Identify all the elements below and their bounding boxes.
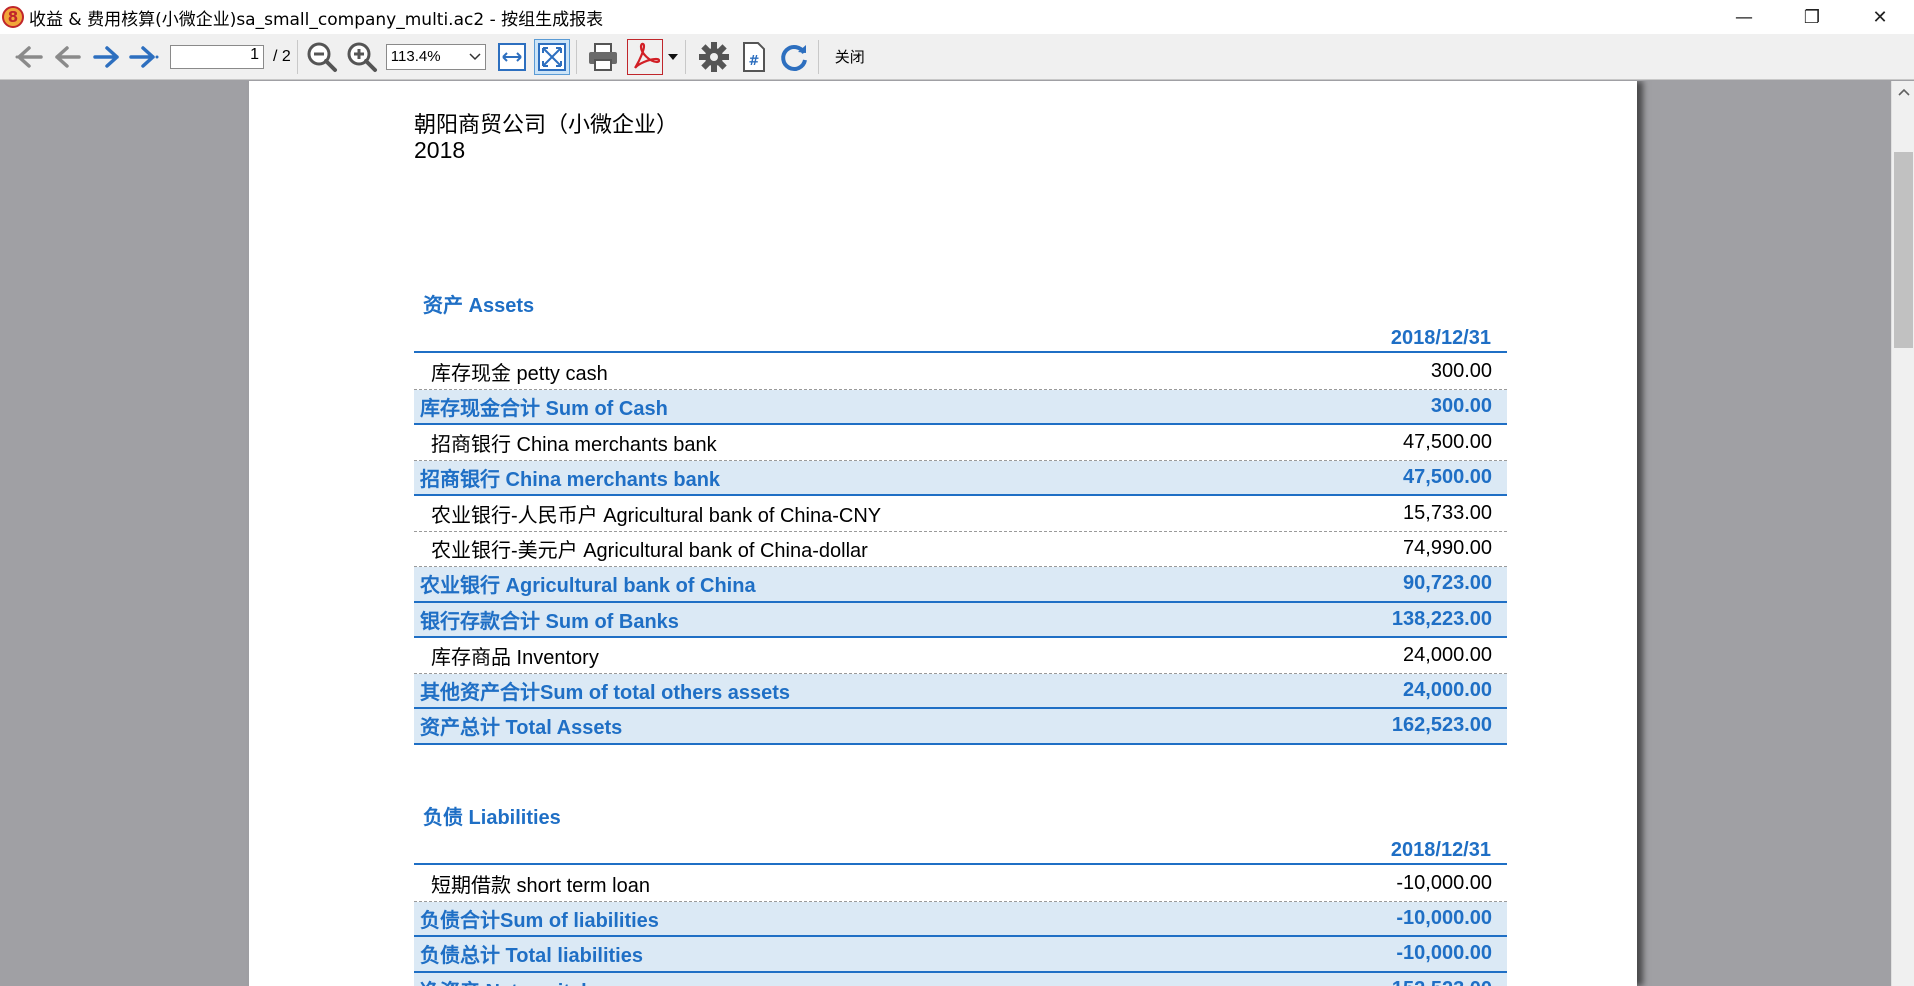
vertical-scrollbar[interactable] xyxy=(1891,81,1914,986)
row-label: 银行存款合计 Sum of Banks xyxy=(420,610,679,633)
zoom-in-icon[interactable] xyxy=(344,39,380,75)
print-icon[interactable] xyxy=(585,39,621,75)
assets-section-title: 资产 Assets xyxy=(423,295,535,317)
total-row: 银行存款合计 Sum of Banks 138,223.00 xyxy=(414,602,1507,638)
next-page-icon[interactable] xyxy=(88,39,124,75)
zoom-value: 113.4% xyxy=(390,48,441,65)
row-amount: 300.00 xyxy=(1430,359,1492,382)
page-number-input[interactable]: 1 xyxy=(170,44,264,69)
table-row: 库存现金 petty cash 300.00 xyxy=(414,354,1507,390)
company-name: 朝阳商贸公司（小微企业） xyxy=(414,113,679,138)
toolbar-separator xyxy=(296,39,298,74)
row-amount: -10,000.00 xyxy=(1396,906,1492,929)
window-controls: — ❐ ✕ xyxy=(1710,0,1914,34)
close-window-button[interactable]: ✕ xyxy=(1846,0,1914,34)
app-logo-icon: 8 xyxy=(2,6,24,28)
total-row: 负债合计Sum of liabilities -10,000.00 xyxy=(414,901,1507,937)
row-amount: 24,000.00 xyxy=(1403,678,1492,701)
table-row: 短期借款 short term loan -10,000.00 xyxy=(414,866,1507,902)
scroll-up-icon[interactable] xyxy=(1892,81,1914,103)
maximize-button[interactable]: ❐ xyxy=(1778,0,1846,34)
svg-text:#: # xyxy=(748,54,759,69)
report-page: 朝阳商贸公司（小微企业） 2018 资产 Assets 2018/12/31 库… xyxy=(249,81,1637,986)
report-viewer: 朝阳商贸公司（小微企业） 2018 资产 Assets 2018/12/31 库… xyxy=(0,81,1891,986)
last-page-icon[interactable] xyxy=(126,39,162,75)
report-year: 2018 xyxy=(414,137,466,163)
liabilities-table: 短期借款 short term loan -10,000.00 负债合计Sum of… xyxy=(414,866,1507,986)
previous-page-icon[interactable] xyxy=(50,39,86,75)
total-row: 净资产 Net capital 152,523.00 xyxy=(414,972,1507,986)
row-amount: -10,000.00 xyxy=(1396,942,1492,965)
page-number-icon[interactable]: # xyxy=(736,39,772,75)
row-label: 库存现金 petty cash xyxy=(431,362,608,385)
assets-date-header: 2018/12/31 xyxy=(414,327,1507,353)
zoom-out-icon[interactable] xyxy=(304,39,340,75)
row-amount: 162,523.00 xyxy=(1391,714,1492,737)
row-label: 库存现金合计 Sum of Cash xyxy=(420,397,668,420)
total-row: 农业银行 Agricultural bank of China 90,723.00 xyxy=(414,567,1507,603)
zoom-select[interactable]: 113.4% xyxy=(385,43,486,70)
row-amount: 47,500.00 xyxy=(1403,430,1492,453)
total-row: 其他资产合计Sum of total others assets 24,000.0… xyxy=(414,673,1507,709)
pdf-icon[interactable] xyxy=(626,38,663,75)
fit-page-icon[interactable] xyxy=(533,38,570,75)
row-amount: 152,523.00 xyxy=(1392,978,1492,986)
first-page-icon[interactable] xyxy=(12,39,48,75)
minimize-button[interactable]: — xyxy=(1710,0,1778,34)
row-label: 资产总计 Total Assets xyxy=(420,717,623,740)
row-amount: 300.00 xyxy=(1430,394,1492,417)
liabilities-date-header: 2018/12/31 xyxy=(414,839,1507,865)
toolbar-separator xyxy=(817,39,819,74)
total-row: 招商银行 China merchants bank 47,500.00 xyxy=(414,460,1507,496)
pdf-options-chevron-icon[interactable] xyxy=(667,53,679,61)
chevron-down-icon xyxy=(469,52,481,60)
total-row: 库存现金合计 Sum of Cash 300.00 xyxy=(414,389,1507,425)
row-amount: 74,990.00 xyxy=(1403,537,1492,560)
page-total: / 2 xyxy=(273,47,291,65)
row-label: 农业银行-美元户 Agricultural bank of China-doll… xyxy=(431,540,868,563)
liabilities-section-title: 负债 Liabilities xyxy=(423,807,561,829)
total-row: 负债总计 Total liabilities -10,000.00 xyxy=(414,937,1507,973)
row-label: 招商银行 China merchants bank xyxy=(431,433,717,456)
row-label: 库存商品 Inventory xyxy=(431,646,599,669)
table-row: 招商银行 China merchants bank 47,500.00 xyxy=(414,425,1507,461)
row-label: 负债总计 Total liabilities xyxy=(420,945,643,968)
assets-table: 库存现金 petty cash 300.00 库存现金合计 Sum of Cash 3… xyxy=(414,354,1507,745)
table-row: 库存商品 Inventory 24,000.00 xyxy=(414,638,1507,674)
total-row: 资产总计 Total Assets 162,523.00 xyxy=(414,709,1507,745)
table-row: 农业银行-人民币户 Agricultural bank of China-CNY… xyxy=(414,496,1507,532)
row-label: 其他资产合计Sum of total others assets xyxy=(420,681,791,704)
toolbar-separator xyxy=(684,39,686,74)
row-amount: 15,733.00 xyxy=(1403,501,1492,524)
close-report-button[interactable]: 关闭 xyxy=(835,46,865,67)
toolbar-separator xyxy=(575,39,577,74)
row-amount: 138,223.00 xyxy=(1391,607,1492,630)
row-label: 招商银行 China merchants bank xyxy=(420,468,721,491)
row-label: 农业银行 Agricultural bank of China xyxy=(420,575,756,598)
fit-width-icon[interactable] xyxy=(494,39,530,75)
settings-icon[interactable] xyxy=(696,39,732,75)
table-row: 农业银行-美元户 Agricultural bank of China-doll… xyxy=(414,532,1507,567)
refresh-icon[interactable] xyxy=(776,39,812,75)
toolbar: 1 / 2 113.4% # 关闭 xyxy=(0,34,1914,80)
row-amount: 24,000.00 xyxy=(1403,643,1492,666)
scrollbar-thumb[interactable] xyxy=(1894,152,1913,348)
row-amount: -10,000.00 xyxy=(1396,871,1492,894)
window-title: 收益 & 费用核算(小微企业)sa_small_company_multi.ac… xyxy=(29,9,604,30)
row-label: 农业银行-人民币户 Agricultural bank of China-CNY xyxy=(431,504,882,527)
row-label: 负债合计Sum of liabilities xyxy=(420,909,659,932)
row-amount: 47,500.00 xyxy=(1403,465,1492,488)
title-bar: 8 收益 & 费用核算(小微企业)sa_small_company_multi.… xyxy=(0,0,1914,34)
row-label: 净资产 Net capital xyxy=(420,975,587,986)
row-label: 短期借款 short term loan xyxy=(431,874,650,897)
row-amount: 90,723.00 xyxy=(1403,572,1492,595)
